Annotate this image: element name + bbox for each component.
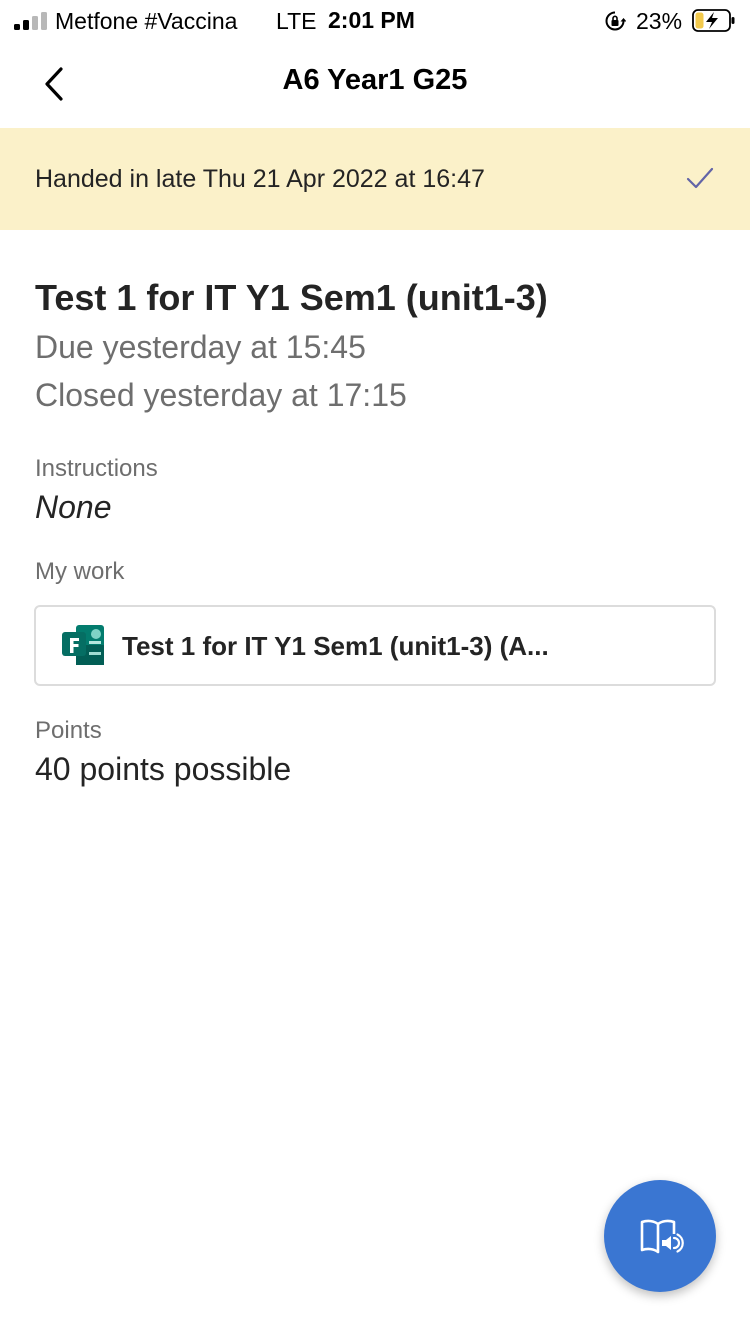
immersive-reader-button[interactable]	[604, 1180, 716, 1292]
network-type: LTE	[276, 8, 317, 34]
microsoft-forms-icon	[62, 625, 104, 665]
points-value: 40 points possible	[35, 751, 292, 787]
rotation-lock-icon	[605, 11, 626, 31]
page-title: A6 Year1 G25	[282, 64, 468, 96]
due-date: Due yesterday at 15:45	[35, 329, 366, 365]
points-label: Points	[35, 717, 102, 744]
my-work-attachment[interactable]: Test 1 for IT Y1 Sem1 (unit1-3) (A...	[34, 605, 716, 686]
closed-date: Closed yesterday at 17:15	[35, 377, 407, 413]
signal-strength-icon	[14, 12, 48, 30]
immersive-reader-icon	[640, 1219, 684, 1254]
status-bar: Metfone #Vaccina LTE 2:01 PM 23%	[0, 0, 750, 40]
chevron-left-icon[interactable]	[40, 64, 70, 104]
handed-in-status-text: Handed in late Thu 21 Apr 2022 at 16:47	[35, 165, 485, 193]
instructions-value: None	[35, 489, 112, 525]
carrier-name: Metfone #Vaccina	[55, 8, 238, 34]
battery-percent: 23%	[636, 8, 683, 34]
instructions-label: Instructions	[35, 455, 158, 482]
my-work-label: My work	[35, 558, 125, 585]
navigation-bar: A6 Year1 G25	[0, 40, 750, 128]
attachment-title: Test 1 for IT Y1 Sem1 (unit1-3) (A...	[122, 631, 549, 661]
handed-in-banner: Handed in late Thu 21 Apr 2022 at 16:47	[0, 128, 750, 230]
checkmark-icon	[686, 167, 714, 189]
status-time: 2:01 PM	[328, 7, 415, 33]
battery-charging-icon	[692, 9, 735, 32]
assignment-title: Test 1 for IT Y1 Sem1 (unit1-3)	[35, 277, 548, 318]
